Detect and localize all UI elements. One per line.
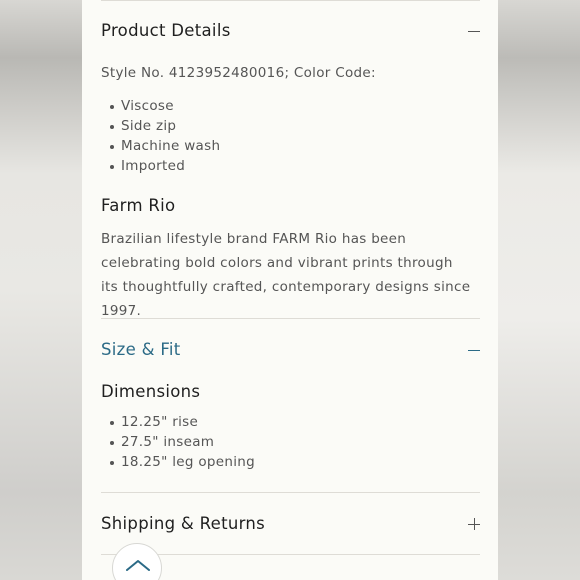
- expand-plus-icon[interactable]: [468, 518, 480, 530]
- background-left: [0, 0, 82, 580]
- product-details-header[interactable]: Product Details: [101, 21, 231, 40]
- brand-description: Brazilian lifestyle brand FARM Rio has b…: [101, 231, 471, 319]
- collapse-minus-icon[interactable]: [468, 25, 480, 37]
- chevron-up-icon: [126, 560, 150, 571]
- background-right: [498, 0, 580, 580]
- list-item: 27.5" inseam: [110, 432, 255, 452]
- brand-name: Farm Rio: [101, 196, 176, 215]
- divider: [101, 0, 480, 1]
- list-item: Viscose: [110, 96, 220, 116]
- list-item: Side zip: [110, 116, 220, 136]
- list-item: Machine wash: [110, 136, 220, 156]
- collapse-minus-icon[interactable]: [468, 344, 480, 356]
- divider: [101, 318, 480, 319]
- dimensions-list: 12.25" rise 27.5" inseam 18.25" leg open…: [110, 412, 255, 472]
- dimensions-heading: Dimensions: [101, 382, 201, 401]
- list-item: 18.25" leg opening: [110, 452, 255, 472]
- list-item: 12.25" rise: [110, 412, 255, 432]
- product-info-panel: Product Details Style No. 4123952480016;…: [82, 0, 498, 580]
- size-fit-header[interactable]: Size & Fit: [101, 340, 181, 359]
- shipping-returns-header[interactable]: Shipping & Returns: [101, 514, 265, 533]
- style-number: Style No. 4123952480016; Color Code:: [101, 65, 376, 81]
- list-item: Imported: [110, 156, 220, 176]
- product-details-list: Viscose Side zip Machine wash Imported: [110, 96, 220, 176]
- divider: [101, 492, 480, 493]
